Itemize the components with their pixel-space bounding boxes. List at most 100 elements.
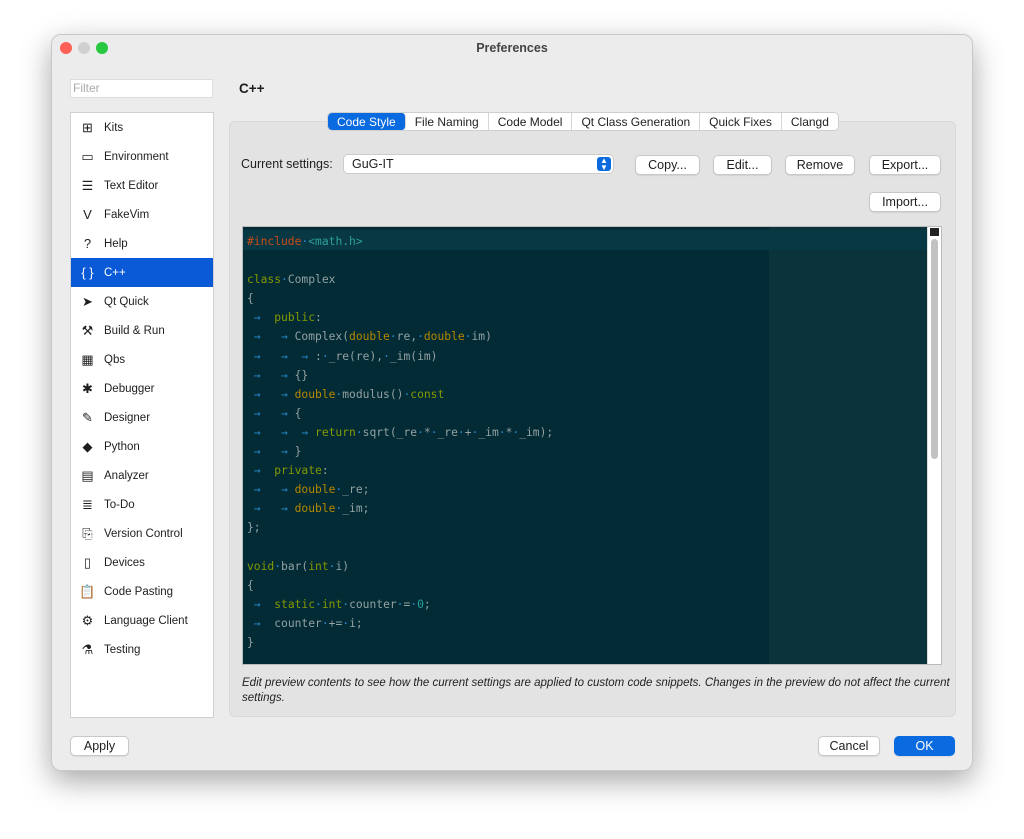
code-token-text: + xyxy=(464,425,472,439)
python-icon: ◆ xyxy=(82,438,93,454)
code-token-ws: · xyxy=(389,330,397,344)
code-line: → → { xyxy=(247,404,553,423)
sidebar-item-label: Qt Quick xyxy=(104,295,149,308)
tab-file-naming[interactable]: File Naming xyxy=(406,113,489,130)
sidebar-item-c-[interactable]: { } C++ xyxy=(71,258,213,287)
updown-chevron-icon: ▲ ▼ xyxy=(597,157,611,172)
qbs-icon: ▦ xyxy=(81,351,94,367)
code-token-type: double xyxy=(294,483,336,497)
code-token-type: double xyxy=(294,502,336,516)
code-line: → → → return·sqrt(_re·*·_re·+·_im·*·_im)… xyxy=(247,423,553,442)
sidebar-item-devices[interactable]: ▯ Devices xyxy=(71,548,213,577)
minimize-window-button[interactable] xyxy=(78,42,90,54)
tab-quick-fixes[interactable]: Quick Fixes xyxy=(700,113,782,130)
sidebar-item-qbs[interactable]: ▦ Qbs xyxy=(71,345,213,374)
sidebar-item-build-run[interactable]: ⚒ Build & Run xyxy=(71,316,213,345)
code-line: → counter·+=·i; xyxy=(247,614,553,633)
tab-clangd[interactable]: Clangd xyxy=(782,113,838,130)
sidebar-item-qt-quick[interactable]: ➤ Qt Quick xyxy=(71,287,213,316)
code-token-text: i) xyxy=(335,559,350,573)
sidebar-item-fakevim[interactable]: V FakeVim xyxy=(71,200,213,229)
tab-code-style[interactable]: Code Style xyxy=(328,113,406,130)
sidebar-item-label: Python xyxy=(104,440,140,453)
vertical-scrollbar[interactable] xyxy=(927,227,941,664)
sidebar-item-kits[interactable]: ⊞ Kits xyxy=(71,113,213,142)
code-token-ws: · xyxy=(457,425,465,439)
code-token-ws: → xyxy=(247,311,275,325)
code-line: → static·int·counter·=·0; xyxy=(247,595,553,614)
code-token-text: { xyxy=(294,406,302,420)
code-line: { xyxy=(247,289,553,308)
apply-button[interactable]: Apply xyxy=(70,736,129,756)
kits-icon: ⊞ xyxy=(82,119,93,135)
code-token-text: im) xyxy=(471,330,492,344)
code-token-ws: → → → xyxy=(247,349,316,363)
code-token-text: Complex xyxy=(287,273,336,287)
code-token-ws: → → xyxy=(247,368,295,382)
code-token-ws: · xyxy=(321,349,329,363)
code-token-text: Complex( xyxy=(294,330,350,344)
code-token-ws: · xyxy=(321,616,329,630)
sidebar-item-label: Build & Run xyxy=(104,324,165,337)
code-token-ws: · xyxy=(464,330,472,344)
sidebar-item-analyzer[interactable]: ▤ Analyzer xyxy=(71,461,213,490)
title-bar: Preferences xyxy=(52,35,972,61)
sidebar-item-designer[interactable]: ✎ Designer xyxy=(71,403,213,432)
code-token-ws: · xyxy=(315,597,322,611)
tab-code-model[interactable]: Code Model xyxy=(489,113,573,130)
sidebar-item-help[interactable]: ? Help xyxy=(71,229,213,258)
sidebar-item-language-client[interactable]: ⚙ Language Client xyxy=(71,606,213,635)
code-token-text: _re xyxy=(437,425,458,439)
sidebar-item-label: Environment xyxy=(104,150,169,163)
sidebar-item-text-editor[interactable]: ☰ Text Editor xyxy=(71,171,213,200)
tab-qt-class-generation[interactable]: Qt Class Generation xyxy=(572,113,701,130)
code-token-ws: → xyxy=(247,464,275,478)
export-button[interactable]: Export... xyxy=(869,155,941,175)
code-token-kw: const xyxy=(410,387,445,401)
sidebar-item-testing[interactable]: ⚗ Testing xyxy=(71,635,213,664)
copy-button[interactable]: Copy... xyxy=(635,155,700,175)
sidebar-item-label: Designer xyxy=(104,411,151,424)
ok-button[interactable]: OK xyxy=(894,736,955,756)
code-line: → → Complex(double·re,·double·im) xyxy=(247,327,553,346)
sidebar-item-debugger[interactable]: ✱ Debugger xyxy=(71,374,213,403)
edit-button[interactable]: Edit... xyxy=(713,155,772,175)
sidebar-item-to-do[interactable]: ≣ To-Do xyxy=(71,490,213,519)
code-token-num: 0 xyxy=(417,597,424,611)
code-line: #include·<math.h> xyxy=(247,232,553,251)
cancel-button[interactable]: Cancel xyxy=(818,736,880,756)
sidebar-item-label: Code Pasting xyxy=(104,585,174,598)
close-window-button[interactable] xyxy=(60,42,72,54)
scrollbar-thumb[interactable] xyxy=(931,239,938,459)
code-token-text: * xyxy=(423,425,431,439)
sidebar-item-version-control[interactable]: ⎘ Version Control xyxy=(71,519,213,548)
current-settings-value: GuG-IT xyxy=(352,157,394,171)
code-token-ws: · xyxy=(274,559,282,573)
filter-input[interactable]: Filter xyxy=(70,79,213,98)
code-token-ws: → → xyxy=(247,387,295,401)
code-token-ws: → → → xyxy=(247,425,316,439)
zoom-window-button[interactable] xyxy=(96,42,108,54)
code-line: → private: xyxy=(247,461,553,480)
code-preview-editor[interactable]: #include·<math.h> class·Complex{ → publi… xyxy=(242,226,942,665)
import-button[interactable]: Import... xyxy=(869,192,941,212)
sidebar-item-code-pasting[interactable]: 📋 Code Pasting xyxy=(71,577,213,606)
code-token-text: : xyxy=(315,349,322,363)
scroll-marker xyxy=(930,228,939,236)
remove-button[interactable]: Remove xyxy=(785,155,855,175)
code-line: void·bar(int·i) xyxy=(247,557,553,576)
sidebar-item-environment[interactable]: ▭ Environment xyxy=(71,142,213,171)
sidebar-item-label: FakeVim xyxy=(104,208,150,221)
sidebar-item-label: Qbs xyxy=(104,353,126,366)
code-token-text: { xyxy=(247,292,254,306)
fakevim-icon: V xyxy=(83,207,92,222)
text-editor-icon: ☰ xyxy=(81,177,94,193)
code-token-text: += xyxy=(328,616,343,630)
tab-bar: Code Style File Naming Code Model Qt Class … xyxy=(327,112,839,131)
code-token-kw: int xyxy=(308,559,329,573)
code-token-ws: · xyxy=(281,273,288,287)
language-client-icon: ⚙ xyxy=(81,612,94,628)
sidebar-item-label: Analyzer xyxy=(104,469,149,482)
current-settings-select[interactable]: GuG-IT ▲ ▼ xyxy=(343,154,614,174)
sidebar-item-python[interactable]: ◆ Python xyxy=(71,432,213,461)
